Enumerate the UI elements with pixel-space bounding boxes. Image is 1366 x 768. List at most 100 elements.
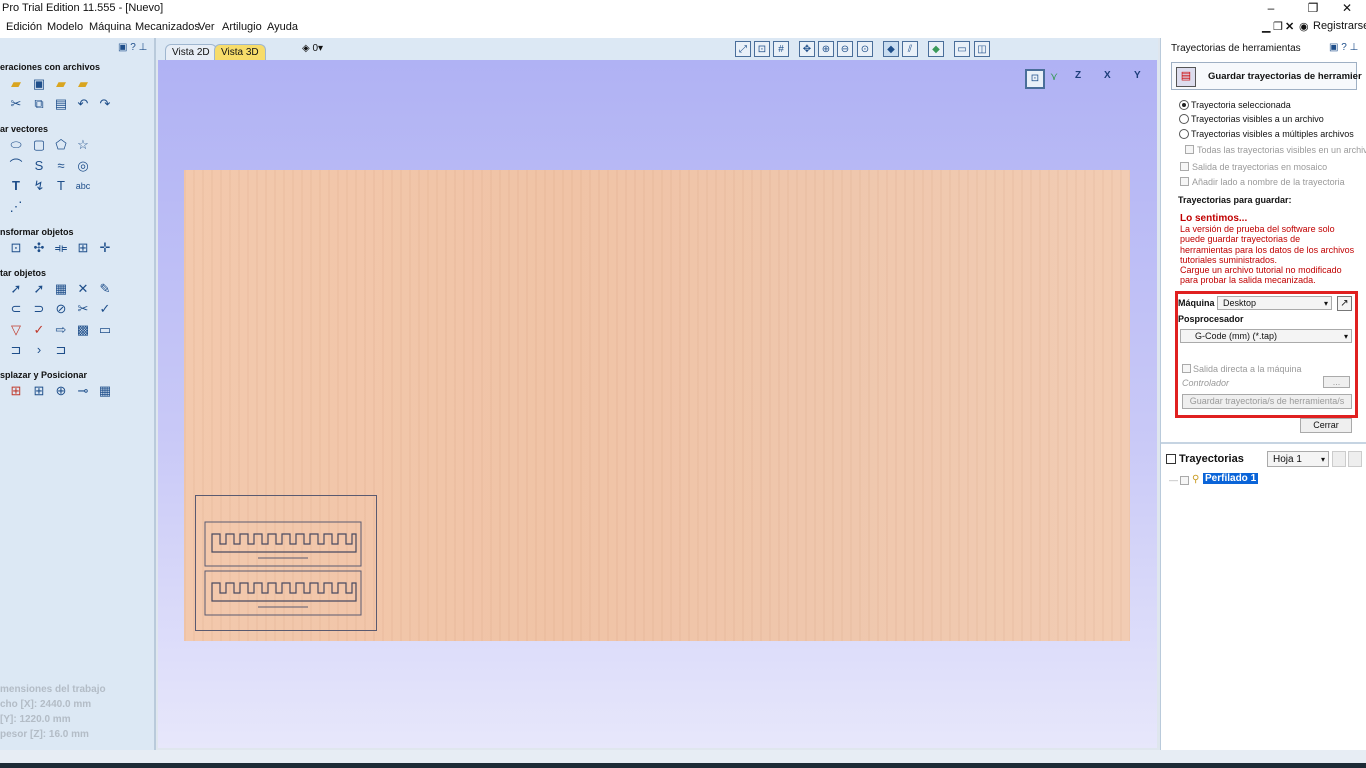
zoom-selection-icon[interactable]: ⊙ bbox=[857, 41, 873, 57]
text-on-curve-icon[interactable]: ↯ bbox=[31, 179, 47, 193]
grid-copy-icon[interactable]: ⊞ bbox=[31, 384, 47, 398]
bracket-icon[interactable]: ⊐ bbox=[8, 343, 24, 357]
spiral-icon[interactable]: ◎ bbox=[75, 159, 91, 173]
toolpaths-master-checkbox[interactable] bbox=[1166, 454, 1176, 464]
tab-3d-view[interactable]: Vista 3D bbox=[214, 44, 266, 60]
paste-icon[interactable]: ▤ bbox=[53, 97, 69, 111]
split-horizontal-icon[interactable]: ▭ bbox=[954, 41, 970, 57]
star-icon[interactable]: ☆ bbox=[75, 138, 91, 152]
select-icon[interactable]: ➚ bbox=[8, 282, 24, 296]
sheet-next-button[interactable] bbox=[1348, 451, 1362, 467]
toolpath-preview-icon[interactable]: ⫽ bbox=[902, 41, 918, 57]
fillet-icon[interactable]: ✓ bbox=[97, 302, 113, 316]
copy-icon[interactable]: ⧉ bbox=[31, 97, 47, 111]
zoom-extents-icon[interactable]: ⤢ bbox=[735, 41, 751, 57]
arrow-right-icon[interactable]: ⇨ bbox=[53, 323, 69, 337]
machine-select[interactable]: Desktop ▾ bbox=[1217, 296, 1332, 310]
toolpath-item[interactable]: Perfilado 1 bbox=[1203, 473, 1259, 484]
zoom-window-icon[interactable]: ⊡ bbox=[754, 41, 770, 57]
checkbox-append-name[interactable] bbox=[1180, 177, 1189, 186]
toolpath-checkbox[interactable] bbox=[1180, 476, 1189, 485]
zoom-in-icon[interactable]: ⊕ bbox=[818, 41, 834, 57]
close-panel-button[interactable]: Cerrar bbox=[1300, 418, 1352, 433]
radio-visible-multi-file[interactable] bbox=[1179, 129, 1189, 139]
mdi-restore-icon[interactable]: ❐ bbox=[1273, 20, 1283, 33]
text-icon[interactable]: T bbox=[8, 179, 24, 193]
extend-icon[interactable]: ✓ bbox=[31, 323, 47, 337]
save-toolpaths-header-button[interactable]: ▤ Guardar trayectorias de herramier bbox=[1171, 62, 1362, 90]
export-folder-icon[interactable]: ▰ bbox=[75, 77, 91, 91]
view-x-axis[interactable]: X bbox=[1104, 70, 1111, 81]
text-tool-icon[interactable]: T bbox=[53, 179, 69, 193]
group-icon[interactable]: ▦ bbox=[53, 282, 69, 296]
array-copy-icon[interactable]: ⊞ bbox=[8, 384, 24, 398]
delete-node-icon[interactable]: ✕ bbox=[75, 282, 91, 296]
measure-icon[interactable]: ⋰ bbox=[8, 200, 24, 214]
menu-ver[interactable]: Ver bbox=[198, 21, 215, 33]
wave-icon[interactable]: ≈ bbox=[53, 159, 69, 173]
maximize-button[interactable]: ❐ bbox=[1298, 0, 1328, 17]
scale-icon[interactable]: ⊡ bbox=[8, 241, 24, 255]
checkbox-tiled[interactable] bbox=[1180, 162, 1189, 171]
undo-icon[interactable]: ↶ bbox=[75, 97, 91, 111]
menu-ayuda[interactable]: Ayuda bbox=[267, 21, 298, 33]
register-link[interactable]: Registrarse... bbox=[1313, 20, 1366, 32]
subtract-icon[interactable]: ⊘ bbox=[53, 302, 69, 316]
radio-selected-toolpath[interactable] bbox=[1179, 100, 1189, 110]
material-icon[interactable]: ◆ bbox=[928, 41, 944, 57]
postprocessor-select[interactable]: G-Code (mm) (*.tap) ▾ bbox=[1180, 329, 1352, 343]
node-edit-icon[interactable]: ➚ bbox=[31, 282, 47, 296]
controller-browse-button[interactable]: ... bbox=[1323, 376, 1350, 388]
fit-view-icon[interactable]: ⊡ bbox=[1025, 69, 1045, 89]
curve-icon[interactable]: S bbox=[31, 159, 47, 173]
close-button[interactable]: ✕ bbox=[1332, 0, 1362, 17]
menu-modelo[interactable]: Modelo bbox=[47, 21, 83, 33]
save-icon[interactable]: ▣ bbox=[31, 77, 47, 91]
menu-artilugio[interactable]: Artilugio bbox=[222, 21, 262, 33]
view-y-axis[interactable]: Y bbox=[1134, 70, 1141, 81]
nesting-icon[interactable]: ▦ bbox=[97, 384, 113, 398]
join-icon[interactable]: ⊂ bbox=[8, 302, 24, 316]
polygon-icon[interactable]: ⬠ bbox=[53, 138, 69, 152]
checkbox-direct-output[interactable] bbox=[1182, 364, 1191, 373]
open-folder-icon[interactable]: ▰ bbox=[8, 77, 24, 91]
radio-visible-one-file[interactable] bbox=[1179, 114, 1189, 124]
bitmap-icon[interactable]: ▭ bbox=[97, 323, 113, 337]
zoom-out-icon[interactable]: ⊖ bbox=[837, 41, 853, 57]
sheet-prev-button[interactable] bbox=[1332, 451, 1346, 467]
weld-icon[interactable]: ⊃ bbox=[31, 302, 47, 316]
split-vertical-icon[interactable]: ◫ bbox=[974, 41, 990, 57]
iso-view-icon[interactable]: ⋎ bbox=[1050, 70, 1058, 83]
align-icon[interactable]: ✛ bbox=[97, 241, 113, 255]
tab-2d-view[interactable]: Vista 2D bbox=[165, 44, 217, 60]
move-icon[interactable]: ✣ bbox=[31, 241, 47, 255]
3d-viewport[interactable]: ⊡ ⋎ Z X Y bbox=[158, 60, 1157, 748]
copy-along-curve-icon[interactable]: ⊸ bbox=[75, 384, 91, 398]
minimize-button[interactable]: – bbox=[1256, 0, 1286, 17]
panel-controls-icon[interactable]: ▣ ? ⊥ bbox=[1329, 42, 1358, 53]
view-mode-icon[interactable]: ◆ bbox=[883, 41, 899, 57]
layer-selector[interactable]: ◈ 0▾ bbox=[302, 43, 323, 54]
pan-icon[interactable]: ✥ bbox=[799, 41, 815, 57]
cut-icon[interactable]: ✂ bbox=[8, 97, 24, 111]
notch-icon[interactable]: ⊐ bbox=[53, 343, 69, 357]
offset-icon[interactable]: ▽ bbox=[8, 323, 24, 337]
carved-design[interactable] bbox=[195, 495, 377, 631]
grid-icon[interactable]: # bbox=[773, 41, 789, 57]
menu-mecanizados[interactable]: Mecanizados bbox=[135, 21, 200, 33]
pen-icon[interactable]: ✎ bbox=[97, 282, 113, 296]
import-folder-icon[interactable]: ▰ bbox=[53, 77, 69, 91]
menu-maquina[interactable]: Máquina bbox=[89, 21, 131, 33]
trim-icon[interactable]: ✂ bbox=[75, 302, 91, 316]
mirror-icon[interactable]: ⟚ bbox=[53, 241, 69, 255]
resize-icon[interactable]: ⊞ bbox=[75, 241, 91, 255]
dimension-text-icon[interactable]: abc bbox=[75, 179, 91, 193]
sheet-select[interactable]: Hoja 1 ▾ bbox=[1267, 451, 1329, 467]
circular-copy-icon[interactable]: ⊕ bbox=[53, 384, 69, 398]
panel-pin-icon[interactable]: ▣ ? ⊥ bbox=[118, 42, 147, 53]
chevron-icon[interactable]: › bbox=[31, 343, 47, 357]
edit-machine-icon[interactable]: ↗ bbox=[1337, 296, 1352, 311]
rectangle-icon[interactable]: ▢ bbox=[31, 138, 47, 152]
checkbox-all-visible[interactable] bbox=[1185, 145, 1194, 154]
ellipse-icon[interactable]: ⬭ bbox=[8, 138, 24, 152]
